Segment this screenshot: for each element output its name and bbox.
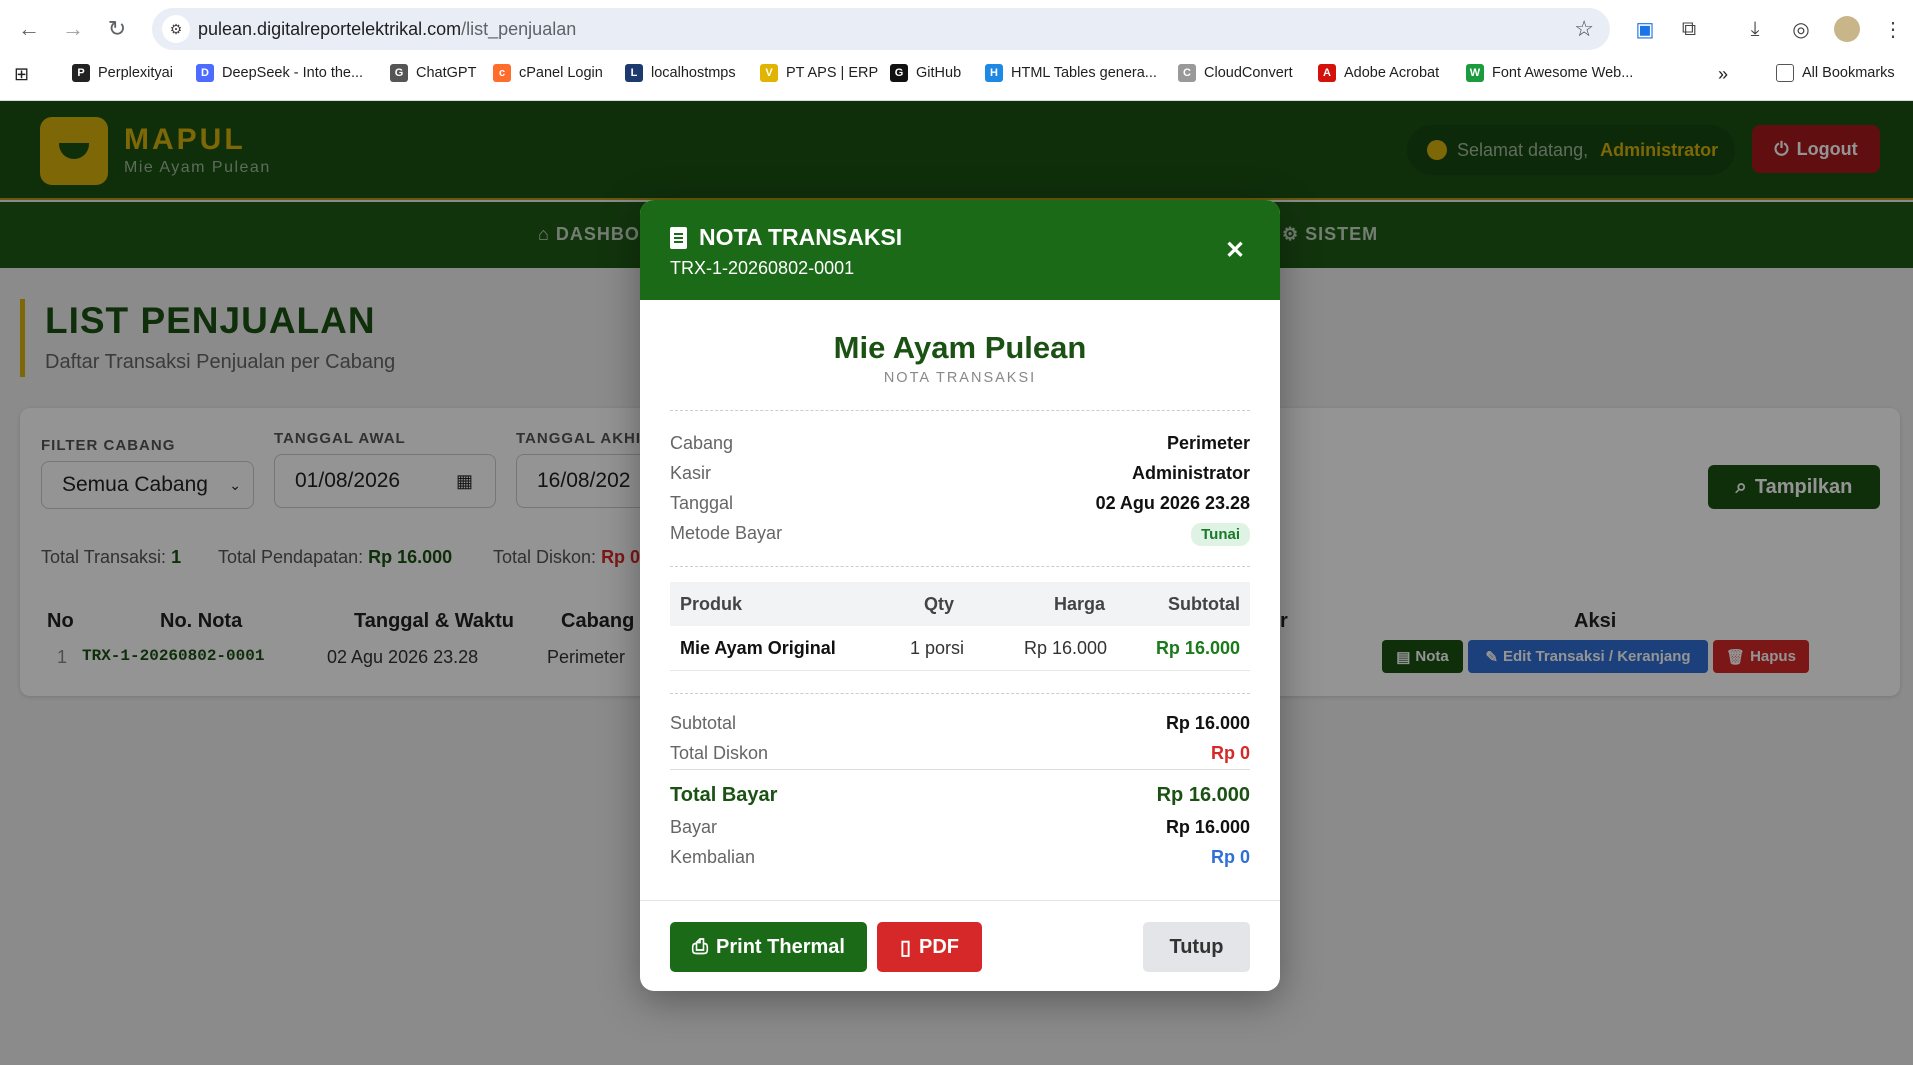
divider [670,693,1250,694]
screencast-icon[interactable]: ▣ [1628,12,1662,46]
all-bookmarks[interactable]: All Bookmarks [1776,64,1895,82]
shop-name: Mie Ayam Pulean [833,330,1087,365]
forward-icon[interactable]: → [56,12,90,46]
performance-icon[interactable]: ◎ [1784,12,1818,46]
status-badge: Tunai [1191,523,1250,546]
bookmark-item[interactable]: V PT APS | ERP [760,64,878,82]
modal-title: NOTA TRANSAKSI [699,224,903,250]
modal-nota-number: TRX-1-20260802-0001 [670,258,855,278]
back-icon[interactable]: ← [12,12,46,46]
print-thermal-button[interactable]: ⎙ Print Thermal [670,922,867,972]
close-icon[interactable]: ✕ [1225,236,1245,265]
bookmark-item[interactable]: G GitHub [890,64,961,82]
divider [670,769,1250,770]
bookmark-item[interactable]: Llocalhostmps [625,64,736,82]
tutup-button[interactable]: Tutup [1143,922,1250,972]
bookmark-item[interactable]: H HTML Tables genera... [985,64,1157,82]
bookmark-item[interactable]: G ChatGPT [390,64,476,82]
items-table: Produk Qty Harga Subtotal Mie Ayam Origi… [670,582,1250,671]
more-bookmarks-icon[interactable]: » [1718,64,1728,85]
bookmark-star-icon[interactable]: ☆ [1574,16,1594,42]
profile-avatar[interactable] [1830,12,1864,46]
bookmark-item[interactable]: c cPanel Login [493,64,603,82]
printer-icon: ⎙ [692,935,709,958]
modal-footer: ⎙ Print Thermal ▯ PDF Tutup [640,900,1280,991]
bookmark-item[interactable]: D DeepSeek - Into the... [196,64,363,82]
apps-icon[interactable]: ⊞ [14,64,29,85]
nota-modal: NOTA TRANSAKSI TRX-1-20260802-0001 ✕ Mie… [640,200,1280,991]
bookmark-item[interactable]: A Adobe Acrobat [1318,64,1439,82]
bookmark-item[interactable]: W Font Awesome Web... [1466,64,1633,82]
bookmark-item[interactable]: C CloudConvert [1178,64,1293,82]
modal-header: NOTA TRANSAKSI TRX-1-20260802-0001 ✕ [640,200,1280,300]
bookmark-item[interactable]: P Perplexityai [72,64,173,82]
shop-subtitle: NOTA TRANSAKSI [883,370,1037,386]
divider [670,410,1250,411]
browser-chrome: ← → ↻ ⚙ pulean.digitalreportelektrikal.c… [0,0,1913,101]
site-info-icon[interactable]: ⚙ [162,15,190,43]
download-icon[interactable]: ⤓ [1738,12,1772,46]
menu-icon[interactable]: ⋮ [1876,12,1910,46]
address-bar[interactable]: ⚙ pulean.digitalreportelektrikal.com/lis… [152,8,1610,50]
items-table-header: Produk Qty Harga Subtotal [670,582,1250,626]
reload-icon[interactable]: ↻ [100,12,134,46]
receipt-icon [670,226,687,249]
pdf-file-icon: ▯ [899,936,911,959]
divider [670,566,1250,567]
extensions-icon[interactable]: ⧉ [1672,12,1706,46]
url-host: pulean.digitalreportelektrikal.com [198,19,462,39]
table-row: Mie Ayam Original 1 porsi Rp 16.000 Rp 1… [670,626,1250,671]
pdf-button[interactable]: ▯ PDF [877,922,982,972]
bookmarks-bar: ⊞ P Perplexityai D DeepSeek - Into the... … [0,60,1913,90]
url-path: /list_penjualan [461,19,577,39]
